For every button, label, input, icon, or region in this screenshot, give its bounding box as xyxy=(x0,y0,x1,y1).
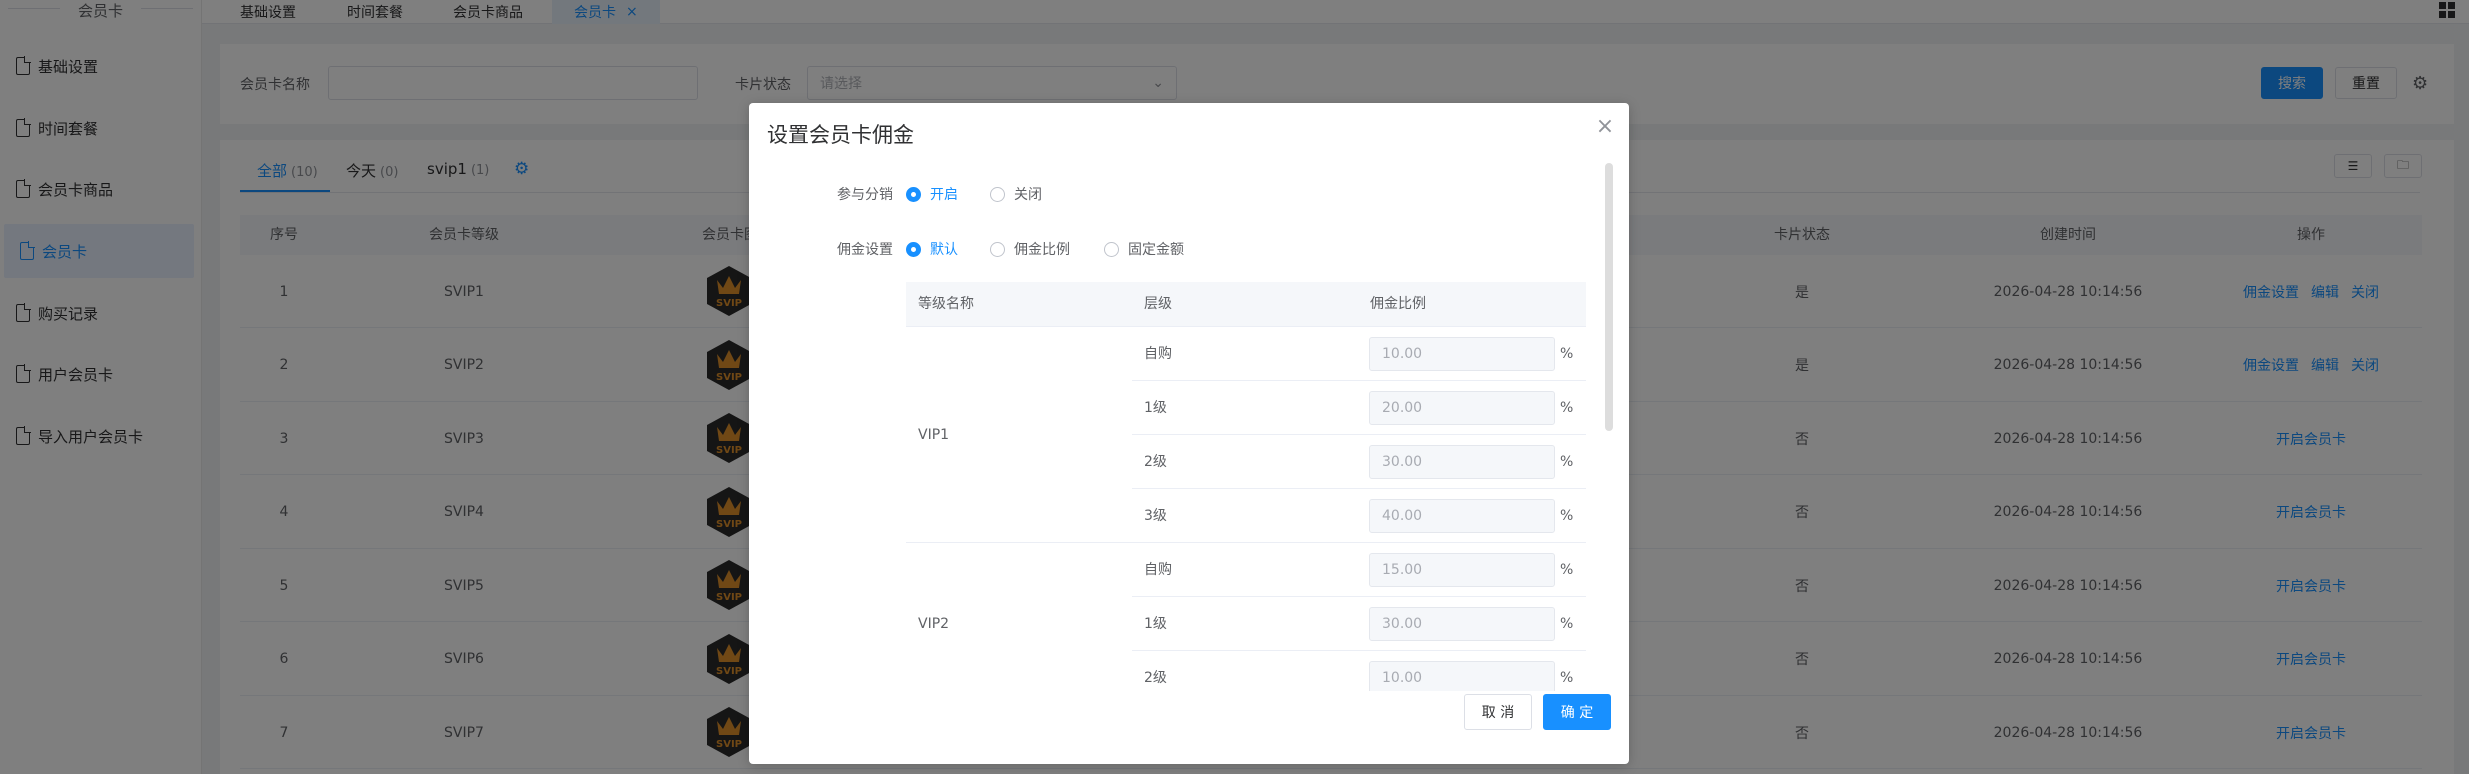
dialog-footer: 取 消 确 定 xyxy=(749,694,1629,764)
level-name-cell: VIP1 xyxy=(906,327,1132,543)
distribution-label: 参与分销 xyxy=(837,187,893,203)
percent-unit: % xyxy=(1560,508,1574,524)
commission-ratio-input[interactable]: 30.00 xyxy=(1369,445,1555,479)
commission-ratio-input[interactable]: 15.00 xyxy=(1369,553,1555,587)
th-level-name: 等级名称 xyxy=(918,296,974,312)
confirm-button[interactable]: 确 定 xyxy=(1543,694,1611,730)
commission-ratio-input[interactable]: 10.00 xyxy=(1369,661,1555,691)
tier-row: 1级 20.00% xyxy=(1132,381,1586,435)
tier-row: 2级 30.00% xyxy=(1132,435,1586,489)
radio-commission-default[interactable]: 默认 xyxy=(906,239,958,259)
radio-commission-fixed[interactable]: 固定金额 xyxy=(1104,239,1184,259)
scrollbar[interactable] xyxy=(1605,163,1613,431)
commission-ratio-input[interactable]: 40.00 xyxy=(1369,499,1555,533)
tier-label: 2级 xyxy=(1144,454,1167,470)
tier-label: 自购 xyxy=(1144,562,1172,578)
percent-unit: % xyxy=(1560,454,1574,470)
tier-label: 1级 xyxy=(1144,616,1167,632)
dialog-title: 设置会员卡佣金 xyxy=(767,123,914,147)
th-tier: 层级 xyxy=(1144,296,1172,312)
commission-label: 佣金设置 xyxy=(837,242,893,258)
radio-commission-ratio[interactable]: 佣金比例 xyxy=(990,239,1070,259)
tier-row: 2级 10.00% xyxy=(1132,651,1586,691)
tier-label: 2级 xyxy=(1144,670,1167,686)
commission-ratio-input[interactable]: 30.00 xyxy=(1369,607,1555,641)
radio-distribution-on[interactable]: 开启 xyxy=(906,184,958,204)
tier-row: 1级 30.00% xyxy=(1132,597,1586,651)
tier-row: 3级 40.00% xyxy=(1132,489,1586,543)
th-commission-ratio: 佣金比例 xyxy=(1370,296,1426,312)
percent-unit: % xyxy=(1560,616,1574,632)
radio-distribution-off[interactable]: 关闭 xyxy=(990,184,1042,204)
close-icon[interactable]: × xyxy=(1595,116,1615,138)
tier-row: 自购 15.00% xyxy=(1132,543,1586,597)
percent-unit: % xyxy=(1560,346,1574,362)
level-name-cell: VIP2 xyxy=(906,543,1132,691)
commission-table-header: 等级名称 层级 佣金比例 xyxy=(906,282,1586,327)
commission-ratio-input[interactable]: 20.00 xyxy=(1369,391,1555,425)
tier-label: 自购 xyxy=(1144,346,1172,362)
tier-label: 3级 xyxy=(1144,508,1167,524)
percent-unit: % xyxy=(1560,562,1574,578)
dialog-body: 参与分销 开启 关闭 佣金设置 默认 佣金比例 固定金额 等级名称 层级 佣金比… xyxy=(749,161,1629,691)
tier-label: 1级 xyxy=(1144,400,1167,416)
tier-row: 自购 10.00% xyxy=(1132,327,1586,381)
cancel-button[interactable]: 取 消 xyxy=(1464,694,1532,730)
percent-unit: % xyxy=(1560,670,1574,686)
commission-dialog: 设置会员卡佣金 × 参与分销 开启 关闭 佣金设置 默认 佣金比例 固定金额 等… xyxy=(749,103,1629,764)
percent-unit: % xyxy=(1560,400,1574,416)
commission-ratio-input[interactable]: 10.00 xyxy=(1369,337,1555,371)
